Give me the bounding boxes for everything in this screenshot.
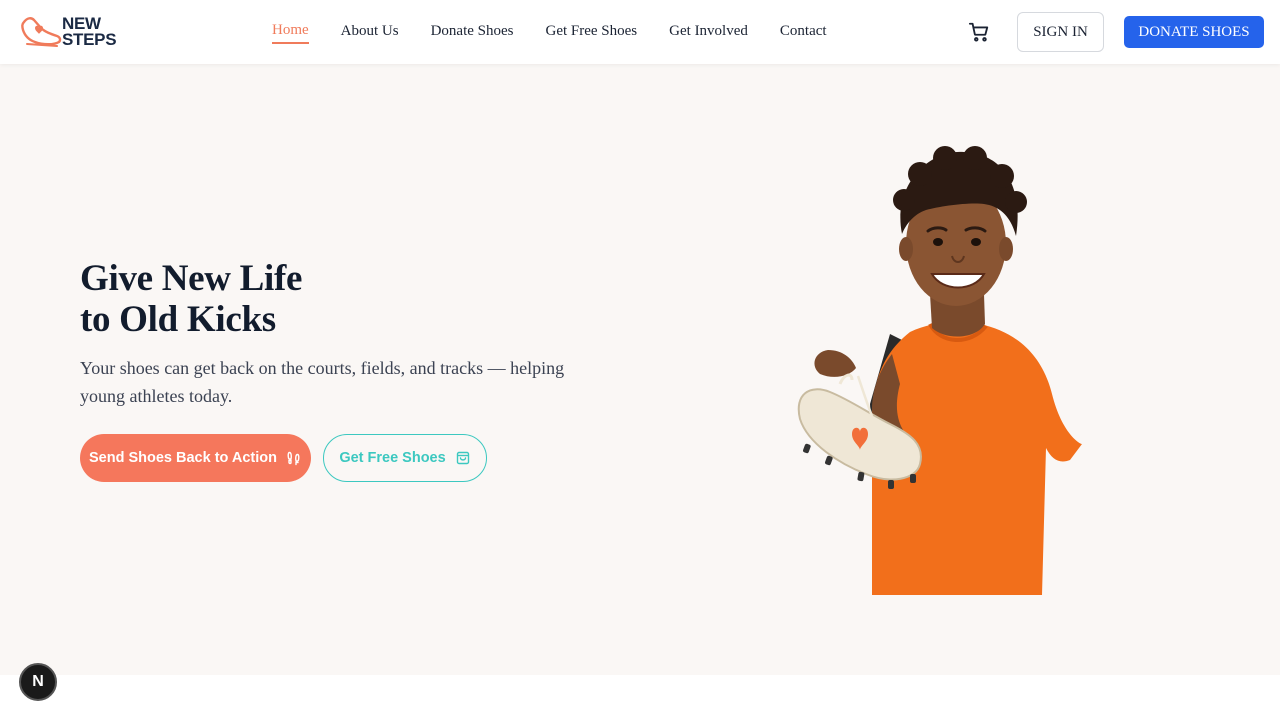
nextjs-dev-badge[interactable]: N	[19, 663, 57, 701]
shopping-bag-icon	[456, 451, 469, 465]
boy-holding-cleat-image	[797, 146, 1082, 595]
nav-item-get-free-shoes[interactable]: Get Free Shoes	[546, 21, 638, 43]
nav-item-contact[interactable]: Contact	[780, 21, 827, 43]
nav-item-about-us[interactable]: About Us	[341, 21, 399, 43]
hero-title-line-2: to Old Kicks	[80, 299, 276, 340]
brand-wordmark: NEW STEPS	[62, 15, 117, 49]
cart-icon[interactable]	[968, 21, 990, 43]
brand-logo[interactable]: NEW STEPS	[21, 13, 117, 51]
main-nav: Home About Us Donate Shoes Get Free Shoe…	[272, 0, 859, 64]
get-free-shoes-button[interactable]: Get Free Shoes	[323, 434, 487, 482]
nav-item-donate-shoes[interactable]: Donate Shoes	[431, 21, 514, 43]
site-header: NEW STEPS Home About Us Donate Shoes Get…	[0, 0, 1280, 64]
hero-section: Give New Life to Old Kicks Your shoes ca…	[0, 64, 1280, 675]
brand-line-2: STEPS	[62, 30, 117, 49]
sign-in-button[interactable]: SIGN IN	[1017, 12, 1104, 52]
hero-title: Give New Life to Old Kicks	[80, 258, 302, 340]
donate-shoes-button[interactable]: DONATE SHOES	[1124, 16, 1264, 48]
send-shoes-button[interactable]: Send Shoes Back to Action	[80, 434, 311, 482]
footprints-icon	[287, 451, 300, 466]
get-free-shoes-label: Get Free Shoes	[339, 450, 446, 466]
send-shoes-label: Send Shoes Back to Action	[89, 450, 277, 466]
nav-item-get-involved[interactable]: Get Involved	[669, 21, 748, 43]
hero-title-line-1: Give New Life	[80, 258, 303, 299]
hero-subtitle: Your shoes can get back on the courts, f…	[80, 358, 565, 406]
nav-item-home[interactable]: Home	[272, 20, 309, 44]
sneaker-heart-logo-icon	[21, 17, 62, 47]
